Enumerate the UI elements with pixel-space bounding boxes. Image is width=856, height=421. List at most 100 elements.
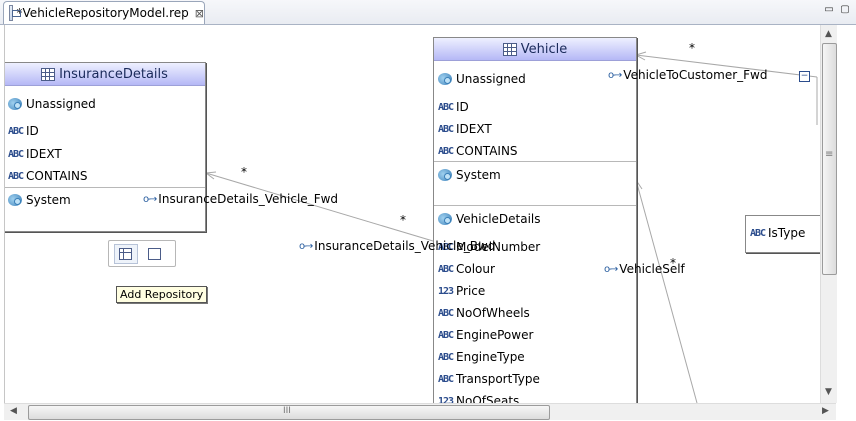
string-type-icon: ABC bbox=[438, 123, 454, 135]
attribute-row[interactable]: ABC Colour bbox=[434, 260, 495, 278]
attribute-group[interactable]: VehicleDetails bbox=[434, 210, 541, 228]
attribute-label: IDEXT bbox=[456, 122, 492, 136]
horizontal-scrollbar[interactable]: ◀ III ▶ bbox=[4, 403, 836, 420]
attribute-group-label: Unassigned bbox=[456, 72, 526, 86]
connector-insurance-vehicle bbox=[205, 172, 434, 242]
relation-icon: o-→ bbox=[299, 240, 313, 252]
string-type-icon: ABC bbox=[8, 125, 24, 137]
relation-label: InsuranceDetails_Vehicle_Bwd bbox=[314, 239, 496, 253]
string-type-icon: ABC bbox=[8, 170, 24, 182]
insurance-details-entity[interactable]: InsuranceDetails Unassigned ABC ID ABC I… bbox=[5, 62, 206, 232]
attribute-label: ID bbox=[26, 124, 39, 138]
attribute-label: Price bbox=[456, 284, 486, 298]
scroll-left-icon[interactable]: ◀ bbox=[10, 406, 17, 416]
tab-title: *VehicleRepositoryModel.rep bbox=[16, 6, 189, 20]
relation-label: VehicleToCustomer_Fwd bbox=[623, 68, 768, 82]
attribute-label: NoOfWheels bbox=[456, 306, 530, 320]
maximize-button[interactable]: ▢ bbox=[838, 4, 852, 16]
attribute-label: IDEXT bbox=[26, 147, 62, 161]
attribute-row[interactable]: ABC IDEXT bbox=[434, 120, 492, 138]
scroll-up-icon[interactable]: ▲ bbox=[825, 29, 832, 39]
relation-insurance-vehicle-fwd[interactable]: o-→ InsuranceDetails_Vehicle_Fwd bbox=[143, 192, 338, 206]
string-type-icon: ABC bbox=[8, 148, 24, 160]
attribute-label: IsType bbox=[768, 226, 806, 240]
relation-icon: o-→ bbox=[608, 69, 622, 81]
add-entity-button[interactable] bbox=[146, 245, 166, 263]
attribute-group[interactable]: Unassigned bbox=[5, 95, 96, 113]
repository-file-icon bbox=[9, 5, 20, 21]
compartment-divider bbox=[434, 161, 636, 162]
attribute-row[interactable]: ABC IDEXT bbox=[5, 145, 62, 163]
multiplicity-marker: * bbox=[670, 256, 676, 270]
table-icon bbox=[502, 42, 517, 56]
attribute-label: CONTAINS bbox=[26, 169, 88, 183]
attribute-label: NoOfSeats bbox=[456, 394, 520, 403]
vehicle-title: Vehicle bbox=[520, 41, 568, 57]
compartment-divider bbox=[434, 205, 636, 206]
attribute-row[interactable]: ABC EngineType bbox=[434, 348, 525, 366]
vertical-scroll-thumb[interactable]: ≡ bbox=[822, 43, 837, 275]
group-icon bbox=[8, 194, 22, 206]
multiplicity-marker: * bbox=[689, 41, 695, 55]
diagram-canvas[interactable]: InsuranceDetails Unassigned ABC ID ABC I… bbox=[4, 25, 821, 403]
editor-tab-bar: *VehicleRepositoryModel.rep ⊠ ▭ ▢ bbox=[0, 0, 856, 25]
group-icon bbox=[438, 213, 452, 225]
attribute-row[interactable]: ABC EnginePower bbox=[434, 326, 533, 344]
attribute-row[interactable]: ABC ID bbox=[434, 98, 469, 116]
group-icon bbox=[438, 169, 452, 181]
vertical-scrollbar[interactable]: ▲ ≡ ▼ bbox=[820, 25, 837, 403]
grip-icon: ≡ bbox=[825, 149, 834, 160]
collapse-icon[interactable]: − bbox=[799, 71, 810, 82]
attribute-label: EngineType bbox=[456, 350, 525, 364]
connector-vehicle-self bbox=[635, 179, 698, 403]
insurance-details-header[interactable]: InsuranceDetails bbox=[5, 63, 205, 86]
number-type-icon: 123 bbox=[438, 395, 454, 404]
attribute-label: Colour bbox=[456, 262, 495, 276]
relation-icon: o-→ bbox=[604, 263, 618, 275]
attribute-row[interactable]: ABC CONTAINS bbox=[434, 142, 518, 160]
attribute-row[interactable]: ABC IsType bbox=[746, 224, 805, 242]
relation-vehicle-to-customer[interactable]: o-→ VehicleToCustomer_Fwd bbox=[608, 68, 767, 82]
tooltip: Add Repository bbox=[116, 286, 208, 303]
string-type-icon: ABC bbox=[438, 351, 454, 363]
horizontal-scroll-thumb[interactable]: III bbox=[28, 405, 550, 420]
scroll-down-icon[interactable]: ▼ bbox=[825, 387, 832, 397]
minimize-button[interactable]: ▭ bbox=[822, 4, 836, 16]
attribute-group[interactable]: Unassigned bbox=[434, 70, 526, 88]
string-type-icon: ABC bbox=[750, 227, 766, 239]
relation-insurance-vehicle-bwd[interactable]: o-→ InsuranceDetails_Vehicle_Bwd bbox=[299, 239, 495, 253]
vehicle-header[interactable]: Vehicle bbox=[434, 38, 636, 61]
editor-tab[interactable]: *VehicleRepositoryModel.rep ⊠ bbox=[3, 1, 205, 24]
vehicle-entity[interactable]: Vehicle Unassigned ABC ID ABC IDEXT ABC … bbox=[433, 37, 637, 403]
attribute-row[interactable]: 123 NoOfSeats bbox=[434, 392, 519, 403]
relation-icon: o-→ bbox=[143, 193, 157, 205]
attribute-group[interactable]: System bbox=[434, 166, 501, 184]
attribute-row[interactable]: ABC ID bbox=[5, 122, 39, 140]
attribute-label: CONTAINS bbox=[456, 144, 518, 158]
attribute-group-label: System bbox=[26, 193, 71, 207]
group-icon bbox=[438, 73, 452, 85]
group-icon bbox=[8, 98, 22, 110]
close-tab-icon[interactable]: ⊠ bbox=[195, 7, 204, 20]
relation-label: InsuranceDetails_Vehicle_Fwd bbox=[158, 192, 339, 206]
attribute-row[interactable]: ABC NoOfWheels bbox=[434, 304, 530, 322]
istype-entity[interactable]: ABC IsType bbox=[745, 215, 821, 253]
attribute-group-label: System bbox=[456, 168, 501, 182]
attribute-label: ID bbox=[456, 100, 469, 114]
string-type-icon: ABC bbox=[438, 263, 454, 275]
scroll-right-icon[interactable]: ▶ bbox=[822, 406, 829, 416]
table-icon bbox=[41, 67, 56, 81]
attribute-row[interactable]: ABC CONTAINS bbox=[5, 167, 88, 185]
attribute-group[interactable]: System bbox=[5, 191, 71, 209]
add-repository-button[interactable] bbox=[114, 243, 138, 264]
attribute-row[interactable]: ABC TransportType bbox=[434, 370, 540, 388]
attribute-row[interactable]: 123 Price bbox=[434, 282, 485, 300]
number-type-icon: 123 bbox=[438, 285, 454, 297]
multiplicity-marker: * bbox=[400, 213, 406, 227]
attribute-group-label: Unassigned bbox=[26, 97, 96, 111]
string-type-icon: ABC bbox=[438, 373, 454, 385]
string-type-icon: ABC bbox=[438, 145, 454, 157]
multiplicity-marker: * bbox=[241, 165, 247, 179]
hover-palette bbox=[108, 240, 176, 267]
insurance-details-title: InsuranceDetails bbox=[59, 66, 168, 82]
